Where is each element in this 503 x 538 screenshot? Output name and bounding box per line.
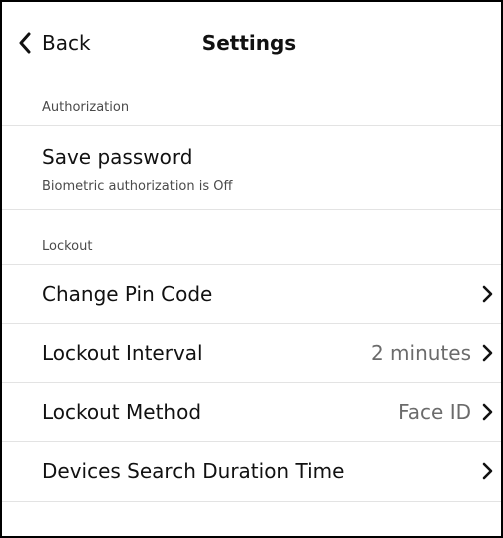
lockout-interval-value: 2 minutes (370, 341, 471, 365)
chevron-right-icon (482, 462, 493, 480)
chevron-right-icon (482, 344, 493, 362)
section-header-authorization: Authorization (42, 100, 130, 115)
lockout-method-value: Face ID (398, 400, 471, 424)
back-button[interactable]: Back (18, 29, 91, 57)
divider (2, 209, 501, 210)
page-title-text: Settings (201, 31, 297, 55)
section-header-lockout: Lockout (42, 239, 93, 254)
devices-search-duration-label: Devices Search Duration Time (42, 459, 345, 483)
chevron-right-icon (482, 285, 493, 303)
lockout-interval-row[interactable]: Lockout Interval 2 minutes (2, 324, 501, 382)
chevron-right-icon (482, 403, 493, 421)
lockout-interval-label: Lockout Interval (42, 341, 203, 365)
back-label: Back (42, 31, 91, 55)
settings-screen: Back Settings Authorization Save passwor… (0, 0, 503, 538)
save-password-title: Save password (42, 145, 193, 169)
change-pin-code-label: Change Pin Code (42, 282, 213, 306)
devices-search-duration-row[interactable]: Devices Search Duration Time (2, 442, 501, 500)
change-pin-code-row[interactable]: Change Pin Code (2, 265, 501, 323)
divider (2, 125, 501, 126)
lockout-method-label: Lockout Method (42, 400, 202, 424)
save-password-subtitle: Biometric authorization is Off (42, 179, 233, 194)
lockout-method-row[interactable]: Lockout Method Face ID (2, 383, 501, 441)
chevron-left-icon (19, 32, 31, 54)
nav-header: Back Settings (2, 2, 501, 88)
divider (2, 501, 501, 502)
save-password-row[interactable]: Save password Biometric authorization is… (2, 127, 501, 209)
